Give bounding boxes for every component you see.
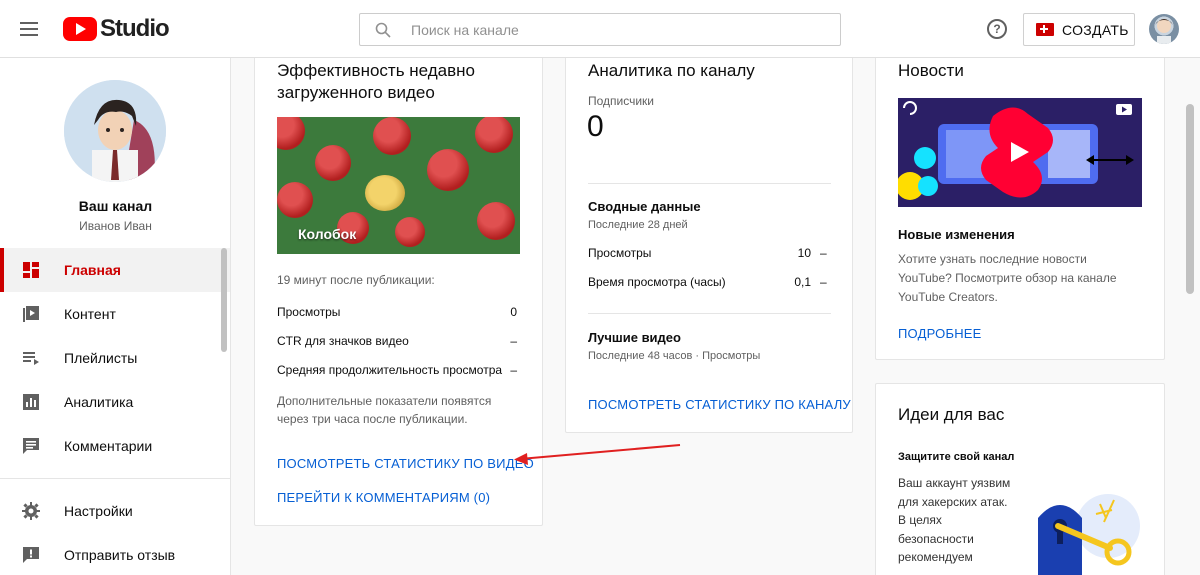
metrics-note: Дополнительные показатели появятся через… (277, 394, 492, 426)
summary-delta: – (820, 275, 827, 289)
sidebar-scrollbar[interactable] (221, 248, 227, 352)
search-input[interactable] (411, 21, 811, 38)
recent-video-title: Эффективность недавно загруженного видео (277, 61, 476, 102)
thumbnail-caption: Колобок (298, 226, 357, 242)
sidebar-divider (0, 478, 230, 479)
metric-value: – (510, 363, 517, 377)
top-bar: Studio ? СОЗДАТЬ (0, 0, 1200, 58)
search-icon (375, 22, 391, 38)
create-video-icon (1036, 23, 1054, 36)
sidebar-item-label: Отправить отзыв (64, 547, 176, 563)
page-scrollbar[interactable] (1186, 104, 1194, 294)
summary-value: 0,1 (794, 275, 811, 289)
sidebar-item-label: Главная (64, 262, 121, 278)
ideas-text: Ваш аккаунт уязвим для хакерских атак. В… (898, 476, 1011, 564)
create-button[interactable]: СОЗДАТЬ (1023, 13, 1135, 46)
analytics-icon (23, 394, 39, 410)
sidebar-item-settings[interactable]: Настройки (0, 489, 230, 533)
sidebar-item-feedback[interactable]: Отправить отзыв (0, 533, 230, 575)
summary-period: Последние 28 дней (588, 219, 688, 231)
video-thumbnail[interactable]: Колобок (277, 117, 520, 254)
news-title: Новости (898, 61, 964, 80)
sidebar-item-content[interactable]: Контент (0, 292, 230, 336)
channel-avatar[interactable] (64, 80, 166, 182)
channel-owner: Иванов Иван (79, 219, 152, 233)
sidebar-item-analytics[interactable]: Аналитика (0, 380, 230, 424)
summary-label: Время просмотра (часы) (588, 275, 726, 289)
news-image[interactable] (898, 98, 1142, 207)
channel-name: Ваш канал (78, 198, 153, 214)
video-library-icon (23, 306, 39, 322)
sidebar-item-dashboard[interactable]: Главная (0, 248, 230, 292)
metric-label: CTR для значков видео (277, 334, 409, 348)
sidebar: Ваш канал Иванов Иван Главная Контент Пл… (0, 58, 231, 575)
sidebar-nav: Главная Контент Плейлисты Аналитика Комм… (0, 248, 230, 575)
view-channel-stats-link[interactable]: ПОСМОТРЕТЬ СТАТИСТИКУ ПО КАНАЛУ (588, 397, 851, 412)
gear-icon (22, 502, 40, 520)
news-more-link[interactable]: ПОДРОБНЕЕ (898, 326, 982, 341)
subscribers-label: Подписчики (588, 94, 655, 108)
divider (588, 313, 831, 314)
sidebar-item-playlists[interactable]: Плейлисты (0, 336, 230, 380)
metric-value: 0 (510, 305, 517, 319)
subscribers-count: 0 (587, 110, 604, 143)
summary-delta: – (820, 246, 827, 260)
news-item-title: Новые изменения (898, 227, 1015, 242)
summary-title: Сводные данные (588, 199, 701, 214)
annotation-arrow (514, 444, 681, 465)
divider (588, 183, 831, 184)
help-icon[interactable]: ? (987, 19, 1007, 39)
sidebar-item-label: Контент (64, 306, 116, 322)
channel-analytics-title: Аналитика по каналу (588, 61, 755, 80)
security-key-illustration (1030, 492, 1150, 575)
sidebar-item-label: Комментарии (64, 438, 153, 454)
metric-label: Просмотры (277, 305, 341, 319)
metric-label: Средняя продолжительность просмотра (277, 363, 503, 377)
sidebar-item-comments[interactable]: Комментарии (0, 424, 230, 468)
kolobok-character (365, 175, 405, 211)
menu-icon[interactable] (20, 19, 42, 39)
published-time: 19 минут после публикации: (277, 273, 435, 287)
search-box (359, 13, 841, 46)
news-item-text: Хотите узнать последние новости YouTube?… (898, 252, 1117, 304)
account-avatar[interactable] (1149, 14, 1179, 44)
dashboard-icon (23, 262, 39, 278)
sidebar-item-label: Настройки (64, 503, 133, 519)
sidebar-item-label: Аналитика (64, 394, 134, 410)
playlist-icon (23, 352, 39, 365)
top-videos-title: Лучшие видео (588, 330, 681, 345)
summary-label: Просмотры (588, 246, 652, 260)
metric-value: – (510, 334, 517, 348)
youtube-studio-logo[interactable]: Studio (63, 15, 170, 43)
go-to-comments-link[interactable]: ПЕРЕЙТИ К КОММЕНТАРИЯМ (0) (277, 490, 490, 505)
ideas-subtitle: Защитите свой канал (898, 451, 1015, 463)
summary-value: 10 (797, 246, 811, 260)
comments-icon (23, 438, 39, 454)
top-videos-period: Последние 48 часов · Просмотры (588, 350, 761, 362)
youtube-play-icon (63, 17, 97, 41)
sidebar-item-label: Плейлисты (64, 350, 138, 366)
view-video-stats-link[interactable]: ПОСМОТРЕТЬ СТАТИСТИКУ ПО ВИДЕО (277, 456, 534, 471)
ideas-title: Идеи для вас (898, 405, 1005, 424)
feedback-icon (23, 547, 39, 563)
